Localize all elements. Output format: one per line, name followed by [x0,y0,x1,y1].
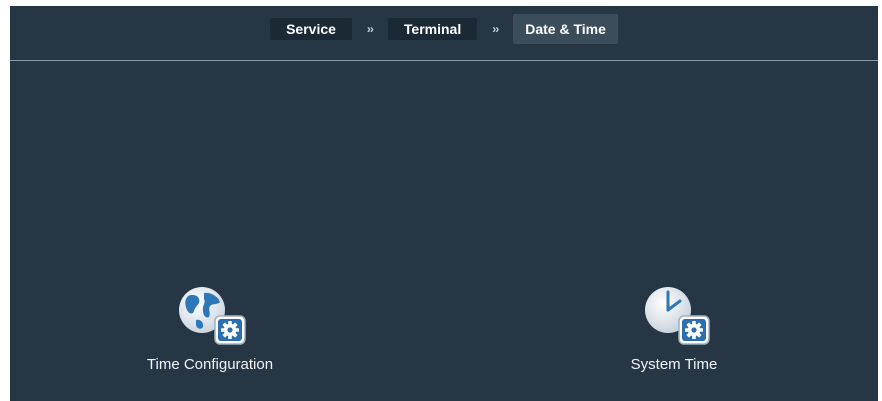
breadcrumb: Service ›› Terminal ›› Date & Time [10,6,878,61]
breadcrumb-date-time[interactable]: Date & Time [513,14,618,44]
breadcrumb-service[interactable]: Service [270,18,352,40]
time-configuration-tile[interactable]: Time Configuration [110,284,310,373]
breadcrumb-terminal[interactable]: Terminal [387,18,478,40]
breadcrumb-separator-icon: ›› [366,22,374,36]
system-time-tile[interactable]: System Time [574,284,774,373]
main-panel: Service ›› Terminal ›› Date & Time Time … [10,6,878,401]
breadcrumb-separator-icon: ›› [492,22,499,36]
system-time-label: System Time [630,356,718,373]
globe-gear-icon [168,284,252,348]
time-configuration-label: Time Configuration [146,356,274,373]
clock-gear-icon [632,284,716,348]
